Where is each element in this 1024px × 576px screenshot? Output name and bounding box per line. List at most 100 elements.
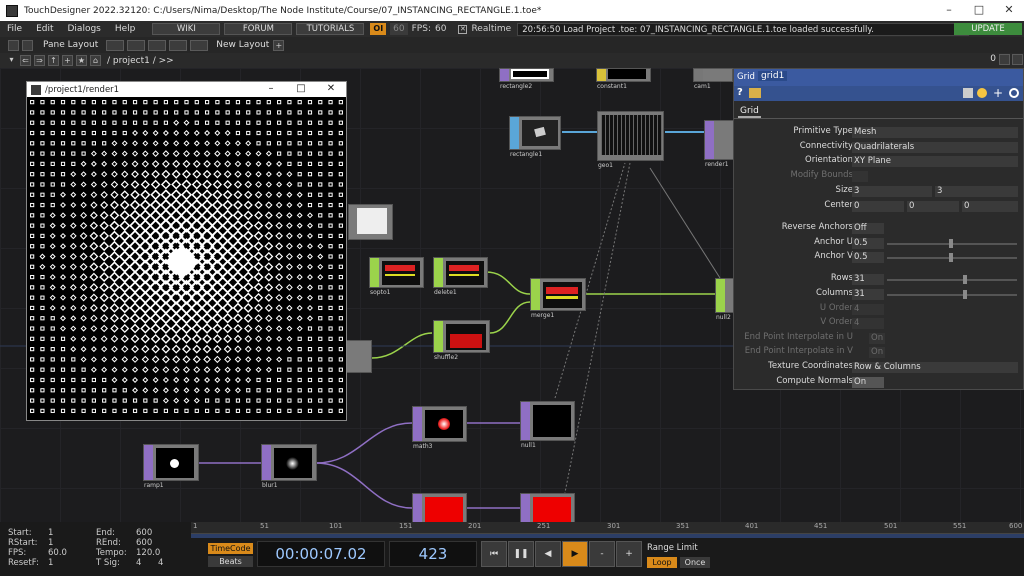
fps-setting[interactable]: 60.0 (48, 548, 67, 558)
python-icon[interactable] (977, 88, 987, 98)
u-order-field[interactable]: 4 (852, 304, 884, 315)
render-window[interactable]: /project1/render1 – □ ✕ (26, 81, 347, 421)
node-constant1[interactable]: constant1 (596, 68, 651, 90)
center-y-field[interactable]: 0 (907, 201, 959, 212)
layout-3-icon[interactable] (148, 39, 167, 51)
maximize-icon[interactable]: □ (964, 0, 994, 21)
list-view-icon[interactable] (1012, 54, 1023, 65)
menu-file[interactable]: File (0, 24, 29, 34)
once-button[interactable]: Once (680, 557, 710, 568)
grid-view-icon[interactable] (999, 54, 1010, 65)
rstart-value[interactable]: 1 (48, 538, 53, 548)
start-value[interactable]: 1 (48, 528, 53, 538)
forward-icon[interactable]: ⇒ (34, 55, 45, 66)
node-red-b[interactable] (520, 493, 575, 522)
node-delete1[interactable]: delete1 (433, 257, 488, 296)
tempo-value[interactable]: 120.0 (136, 548, 160, 558)
rows-knob[interactable] (963, 275, 967, 284)
layout-4-icon[interactable] (169, 39, 188, 51)
node-rectangle1[interactable]: rectangle1 (509, 116, 561, 158)
star-icon[interactable]: ★ (76, 55, 87, 66)
node-sopto1[interactable]: sopto1 (369, 257, 424, 296)
settings-icon[interactable] (1009, 88, 1019, 98)
rows-slider[interactable] (887, 279, 1017, 281)
menu-dialogs[interactable]: Dialogs (61, 24, 108, 34)
node-merge1[interactable]: merge1 (530, 278, 586, 319)
end-value[interactable]: 600 (136, 528, 152, 538)
node-math3[interactable]: math3 (412, 406, 467, 450)
node-red-a[interactable] (412, 493, 467, 522)
node-rectangle2[interactable]: rectangle2 (499, 68, 554, 90)
rend-value[interactable]: 600 (136, 538, 152, 548)
center-x-field[interactable]: 0 (852, 201, 904, 212)
update-button[interactable]: UPDATE (954, 23, 1022, 35)
node-blur1[interactable]: blur1 (261, 444, 317, 489)
anchor-v-knob[interactable] (949, 253, 953, 262)
timecode-button[interactable]: TimeCode (208, 543, 253, 554)
columns-field[interactable]: 31 (852, 289, 884, 300)
node-geo1[interactable]: geo1 (597, 111, 664, 169)
columns-slider[interactable] (887, 294, 1017, 296)
timeline-range-bar[interactable] (191, 534, 1024, 538)
node-render-thumb[interactable] (348, 204, 393, 240)
add-layout-icon[interactable]: + (273, 39, 285, 51)
home-icon[interactable]: ⌂ (90, 55, 101, 66)
fps-cap-field[interactable]: 60 (390, 23, 408, 35)
up-icon[interactable]: ↑ (48, 55, 59, 66)
rewind-icon[interactable]: ⏮ (481, 541, 507, 567)
help-icon[interactable]: ? (737, 87, 743, 98)
timeline-ruler[interactable]: 1 51 101 151 201 251 301 351 401 451 501… (191, 522, 1024, 538)
realtime-checkbox[interactable]: ✕ (458, 24, 468, 34)
layout-5-icon[interactable] (190, 39, 209, 51)
tsig-a[interactable]: 4 (136, 558, 141, 568)
node-null2[interactable]: null2 (715, 278, 735, 321)
minimize-icon[interactable]: – (934, 0, 964, 21)
end-u-toggle[interactable]: On (869, 333, 885, 344)
wiki-button[interactable]: WIKI (152, 23, 221, 35)
menu-edit[interactable]: Edit (29, 24, 60, 34)
node-ramp1[interactable]: ramp1 (143, 444, 199, 489)
layout-1-icon[interactable] (106, 39, 125, 51)
v-order-field[interactable]: 4 (852, 318, 884, 329)
node-render1[interactable]: render1 (704, 120, 734, 168)
frame-display[interactable]: 423 (389, 541, 477, 567)
orientation-select[interactable]: XY Plane (852, 156, 1018, 167)
anchor-u-knob[interactable] (949, 239, 953, 248)
oi-button[interactable]: OI (370, 23, 387, 35)
close-icon[interactable]: ✕ (994, 0, 1024, 21)
pause-icon[interactable]: ❚❚ (508, 541, 534, 567)
minimize-icon[interactable]: – (256, 82, 286, 97)
connectivity-select[interactable]: Quadrilaterals (852, 142, 1018, 153)
plus-icon[interactable]: + (993, 86, 1003, 100)
op-name[interactable]: grid1 (758, 71, 788, 81)
chevron-down-icon[interactable]: ▾ (6, 55, 17, 66)
rows-field[interactable]: 31 (852, 274, 884, 285)
center-z-field[interactable]: 0 (962, 201, 1018, 212)
tsig-b[interactable]: 4 (158, 558, 163, 568)
pane-split2-icon[interactable] (22, 39, 33, 51)
reverse-anchors-toggle[interactable]: Off (852, 223, 884, 234)
close-icon[interactable]: ✕ (316, 82, 346, 97)
info-icon[interactable] (749, 88, 761, 98)
play-icon[interactable]: ▶ (562, 541, 588, 567)
modify-bounds-toggle[interactable] (852, 171, 868, 182)
node-null1[interactable]: null1 (520, 401, 575, 449)
loop-button[interactable]: Loop (647, 557, 677, 568)
size-y-field[interactable]: 3 (935, 186, 1018, 197)
size-x-field[interactable]: 3 (852, 186, 932, 197)
network-path[interactable]: / project1 / >> (107, 56, 174, 66)
compute-normals-toggle[interactable]: On (852, 377, 884, 388)
node-cam1[interactable]: cam1 (693, 68, 733, 90)
columns-knob[interactable] (963, 290, 967, 299)
primitive-type-select[interactable]: Mesh (852, 127, 1018, 138)
forum-button[interactable]: FORUM (224, 23, 293, 35)
anchor-u-field[interactable]: 0.5 (852, 238, 884, 249)
back-icon[interactable]: ⇐ (20, 55, 31, 66)
layout-2-icon[interactable] (127, 39, 146, 51)
node-shuffle2[interactable]: shuffle2 (433, 320, 490, 361)
texture-coords-select[interactable]: Row & Columns (852, 362, 1018, 373)
tutorials-button[interactable]: TUTORIALS (296, 23, 365, 35)
menu-help[interactable]: Help (108, 24, 143, 34)
end-v-toggle[interactable]: On (869, 347, 885, 358)
node-left-partial[interactable] (345, 340, 372, 373)
